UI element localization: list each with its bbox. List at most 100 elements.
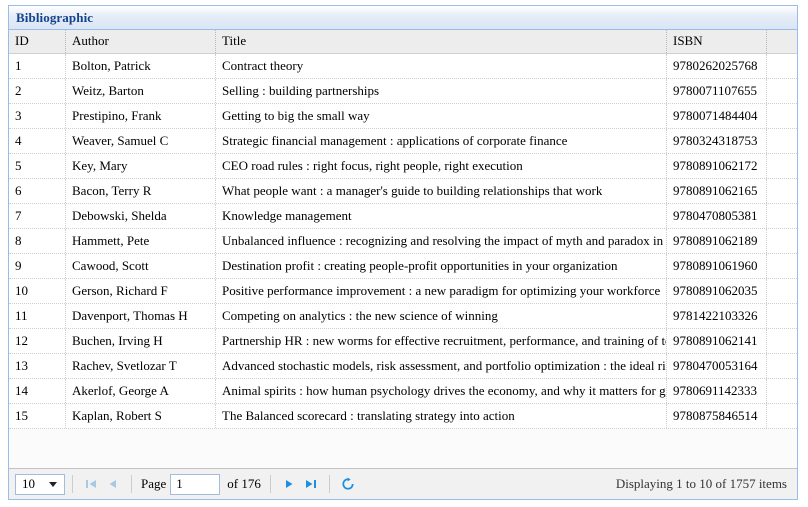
first-page-button[interactable] [80, 474, 102, 495]
cell-author: Key, Mary [66, 154, 216, 178]
page-label: Page [141, 476, 167, 491]
cell-id: 8 [9, 229, 66, 253]
last-page-button[interactable] [300, 474, 322, 495]
cell-title: Destination profit : creating people-pro… [216, 254, 667, 278]
cell-filler [767, 229, 797, 253]
cell-isbn: 9780262025768 [667, 54, 767, 78]
table-row[interactable]: 7 Debowski, Shelda Knowledge management 978… [9, 204, 797, 229]
total-pages-label: of 176 [227, 476, 261, 491]
cell-id: 15 [9, 404, 66, 428]
cell-id: 1 [9, 54, 66, 78]
grid-header-row: ID Author Title ISBN [9, 30, 797, 54]
cell-id: 7 [9, 204, 66, 228]
cell-filler [767, 254, 797, 278]
cell-isbn: 9780891062035 [667, 279, 767, 303]
table-row[interactable]: 15 Kaplan, Robert S The Balanced scorecard… [9, 404, 797, 429]
table-row[interactable]: 1 Bolton, Patrick Contract theory 978026202… [9, 54, 797, 79]
bibliographic-panel: Bibliographic ID Author Title ISBN 1 Bolt… [8, 5, 798, 500]
column-header-title[interactable]: Title [216, 30, 667, 53]
cell-title: Animal spirits : how human psychology dr… [216, 379, 667, 403]
column-header-isbn[interactable]: ISBN [667, 30, 767, 53]
data-grid: ID Author Title ISBN 1 Bolton, Patrick Con… [9, 30, 797, 468]
cell-isbn: 9780071107655 [667, 79, 767, 103]
chevron-down-icon [49, 481, 57, 487]
cell-title: Strategic financial management : applica… [216, 129, 667, 153]
cell-id: 12 [9, 329, 66, 353]
panel-header: Bibliographic [9, 6, 797, 30]
cell-title: Advanced stochastic models, risk assessm… [216, 354, 667, 378]
toolbar-divider-3 [269, 475, 271, 493]
cell-isbn: 9780470053164 [667, 354, 767, 378]
cell-author: Kaplan, Robert S [66, 404, 216, 428]
table-row[interactable]: 9 Cawood, Scott Destination profit : creat… [9, 254, 797, 279]
next-page-icon [282, 477, 296, 491]
cell-author: Hammett, Pete [66, 229, 216, 253]
cell-isbn: 9780875846514 [667, 404, 767, 428]
table-row[interactable]: 13 Rachev, Svetlozar T Advanced stochastic… [9, 354, 797, 379]
status-text: Displaying 1 to 10 of 1757 items [615, 476, 787, 491]
cell-title: Competing on analytics : the new science… [216, 304, 667, 328]
cell-filler [767, 104, 797, 128]
table-row[interactable]: 3 Prestipino, Frank Getting to big the sma… [9, 104, 797, 129]
cell-isbn: 9780891061960 [667, 254, 767, 278]
cell-id: 10 [9, 279, 66, 303]
refresh-button[interactable] [337, 474, 359, 495]
cell-title: Knowledge management [216, 204, 667, 228]
table-row[interactable]: 14 Akerlof, George A Animal spirits : how … [9, 379, 797, 404]
pagination-toolbar: 10 Page 1 of 176 Displaying 1 to 10 of 1… [9, 468, 797, 499]
cell-isbn: 9780891062141 [667, 329, 767, 353]
cell-id: 6 [9, 179, 66, 203]
cell-id: 13 [9, 354, 66, 378]
table-row[interactable]: 4 Weaver, Samuel C Strategic financial man… [9, 129, 797, 154]
table-row[interactable]: 10 Gerson, Richard F Positive performance … [9, 279, 797, 304]
first-page-icon [84, 477, 98, 491]
table-row[interactable]: 8 Hammett, Pete Unbalanced influence : rec… [9, 229, 797, 254]
toolbar-divider-4 [328, 475, 330, 493]
table-row[interactable]: 6 Bacon, Terry R What people want : a mana… [9, 179, 797, 204]
cell-id: 2 [9, 79, 66, 103]
page-size-value: 10 [22, 476, 35, 491]
previous-page-icon [106, 477, 120, 491]
cell-id: 3 [9, 104, 66, 128]
cell-isbn: 9780891062189 [667, 229, 767, 253]
cell-filler [767, 354, 797, 378]
cell-isbn: 9781422103326 [667, 304, 767, 328]
cell-title: Contract theory [216, 54, 667, 78]
table-row[interactable]: 11 Davenport, Thomas H Competing on analyt… [9, 304, 797, 329]
page-number-input[interactable] [170, 473, 221, 495]
cell-author: Debowski, Shelda [66, 204, 216, 228]
refresh-icon [341, 477, 355, 491]
column-header-filler [767, 30, 797, 53]
cell-title: Partnership HR : new worms for effective… [216, 329, 667, 353]
cell-filler [767, 179, 797, 203]
cell-filler [767, 154, 797, 178]
cell-filler [767, 279, 797, 303]
column-header-author[interactable]: Author [66, 30, 216, 53]
cell-title: Getting to big the small way [216, 104, 667, 128]
cell-filler [767, 379, 797, 403]
previous-page-button[interactable] [102, 474, 124, 495]
cell-id: 14 [9, 379, 66, 403]
cell-title: Selling : building partnerships [216, 79, 667, 103]
table-row[interactable]: 5 Key, Mary CEO road rules : right focus, … [9, 154, 797, 179]
page-title: Bibliographic [16, 9, 94, 25]
cell-isbn: 9780071484404 [667, 104, 767, 128]
cell-author: Buchen, Irving H [66, 329, 216, 353]
cell-id: 9 [9, 254, 66, 278]
column-header-id[interactable]: ID [9, 30, 66, 53]
cell-filler [767, 304, 797, 328]
toolbar-divider [72, 475, 73, 493]
cell-filler [767, 329, 797, 353]
next-page-button[interactable] [278, 474, 300, 495]
table-row[interactable]: 2 Weitz, Barton Selling : building partner… [9, 79, 797, 104]
table-row[interactable]: 12 Buchen, Irving H Partnership HR : new w… [9, 329, 797, 354]
cell-isbn: 9780891062165 [667, 179, 767, 203]
page-size-select[interactable]: 10 [15, 473, 65, 495]
cell-isbn: 9780324318753 [667, 129, 767, 153]
cell-author: Bolton, Patrick [66, 54, 216, 78]
cell-id: 4 [9, 129, 66, 153]
cell-filler [767, 129, 797, 153]
cell-title: The Balanced scorecard : translating str… [216, 404, 667, 428]
cell-filler [767, 204, 797, 228]
cell-author: Gerson, Richard F [66, 279, 216, 303]
